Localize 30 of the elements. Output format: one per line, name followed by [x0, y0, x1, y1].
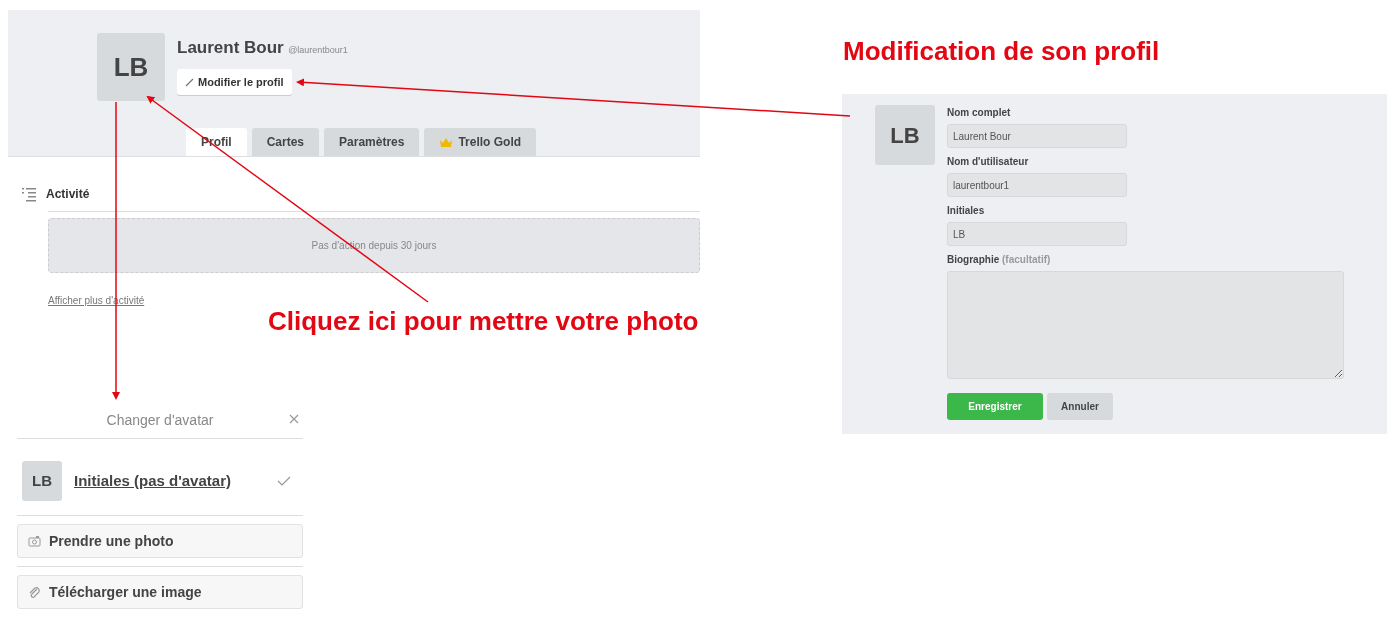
- tab[interactable]: Cartes: [251, 128, 320, 156]
- initials-option-link[interactable]: Initiales (pas d'avatar): [74, 469, 231, 493]
- pencil-icon: [185, 76, 194, 87]
- input-field[interactable]: Laurent Bour: [947, 124, 1127, 148]
- edit-profile-button[interactable]: Modifier le profil: [177, 68, 292, 95]
- take-photo-button[interactable]: Prendre une photo: [17, 524, 303, 558]
- input-field[interactable]: laurentbour1: [947, 173, 1127, 197]
- avatar: LB: [875, 105, 935, 165]
- tab[interactable]: Paramètres: [324, 128, 420, 156]
- popover-title: Changer d'avatar: [106, 410, 214, 430]
- list-icon: [22, 186, 36, 202]
- annotation-text: Cliquez ici pour mettre votre photo: [268, 305, 699, 338]
- upload-image-button[interactable]: Télécharger une image: [17, 575, 303, 609]
- close-icon[interactable]: [289, 414, 299, 424]
- avatar[interactable]: LB: [97, 33, 165, 101]
- field-label: Initiales: [947, 204, 986, 218]
- input-field[interactable]: LB: [947, 222, 1127, 246]
- section-title: Activité: [46, 186, 90, 203]
- paperclip-icon: [28, 585, 41, 599]
- tab[interactable]: Trello Gold: [424, 128, 537, 156]
- field-label: Nom complet: [947, 106, 1012, 120]
- field-label: Biographie (facultatif): [947, 253, 1052, 267]
- avatar: LB: [22, 461, 62, 501]
- cancel-button[interactable]: Annuler: [1047, 393, 1113, 420]
- field-label: Nom d'utilisateur: [947, 155, 1030, 169]
- camera-icon: [28, 535, 41, 547]
- profile-name: Laurent Bour: [177, 38, 284, 57]
- username: @laurentbour1: [288, 45, 348, 55]
- crown-icon: [439, 136, 454, 148]
- annotation-text: Modification de son profil: [843, 35, 1160, 68]
